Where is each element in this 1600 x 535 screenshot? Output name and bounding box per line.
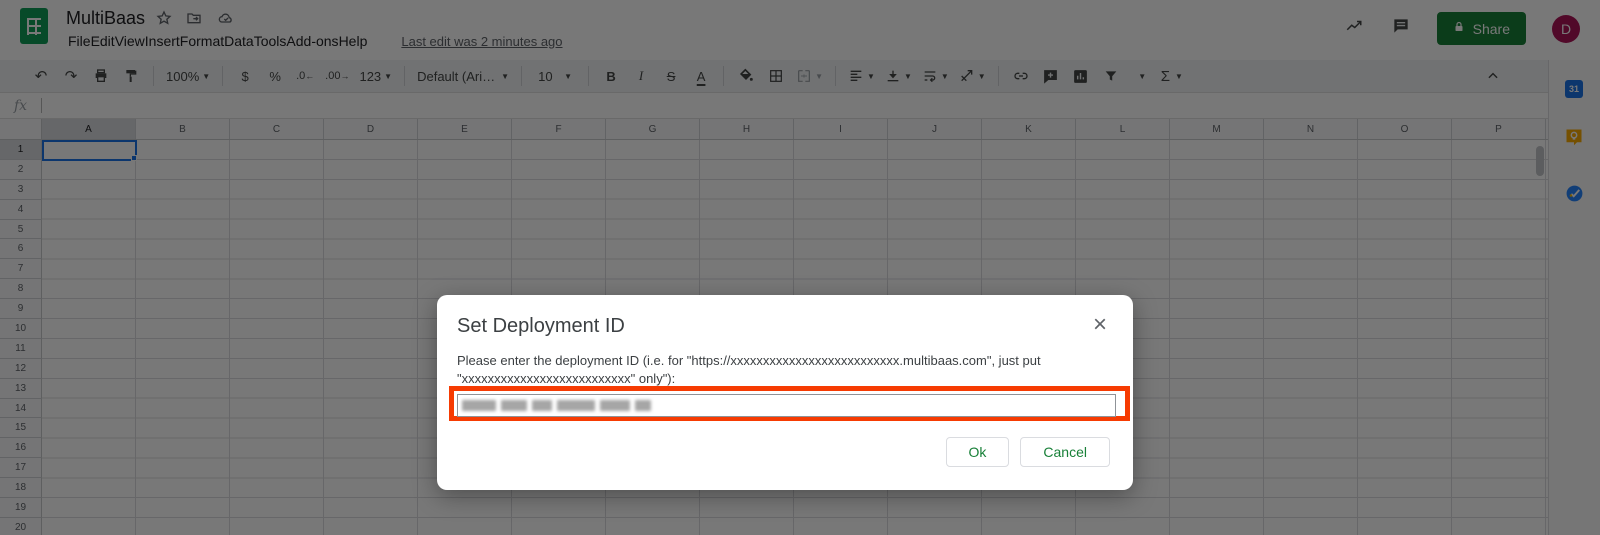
ok-button[interactable]: Ok bbox=[945, 437, 1010, 467]
google-sheets-app: MultiBaas FileEditViewInsertFormatDataTo… bbox=[0, 0, 1600, 535]
annotation-highlight-box bbox=[449, 386, 1130, 421]
redacted-value bbox=[462, 400, 651, 411]
close-icon[interactable]: × bbox=[1093, 313, 1107, 337]
set-deployment-id-dialog: Set Deployment ID × Please enter the dep… bbox=[437, 295, 1133, 490]
cancel-button[interactable]: Cancel bbox=[1020, 437, 1110, 467]
dialog-title: Set Deployment ID bbox=[457, 315, 625, 337]
deployment-id-input[interactable] bbox=[457, 394, 1116, 417]
dialog-body-text: Please enter the deployment ID (i.e. for… bbox=[457, 353, 1041, 386]
